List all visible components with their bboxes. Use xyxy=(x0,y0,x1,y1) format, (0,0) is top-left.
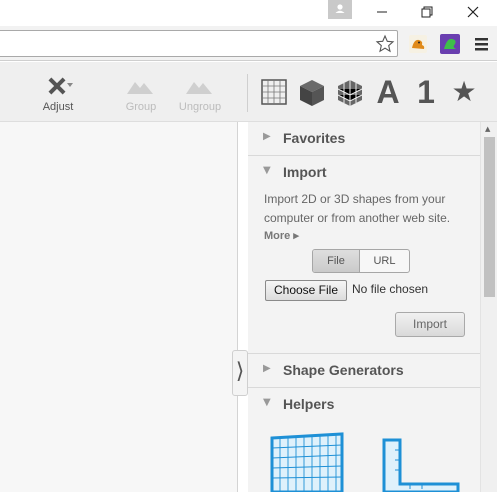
helpers-section-header[interactable]: ▼ Helpers xyxy=(248,388,480,420)
ungroup-icon xyxy=(186,82,212,94)
extension-duck-icon[interactable] xyxy=(408,34,428,54)
browser-menu-button[interactable] xyxy=(472,34,492,54)
group-label: Group xyxy=(125,101,157,113)
ruler-helper-thumbnail[interactable] xyxy=(378,434,462,492)
text-category-icon: A xyxy=(376,74,400,110)
helpers-label: Helpers xyxy=(283,396,335,412)
user-icon xyxy=(335,4,345,13)
workplane-canvas[interactable] xyxy=(0,122,238,492)
shapes-panel: ▶ Favorites ▼ Import Import 2D or 3D sha… xyxy=(248,122,480,492)
close-window-button[interactable] xyxy=(462,2,486,22)
expand-arrow-icon: ▶ xyxy=(263,131,271,142)
close-icon xyxy=(467,6,479,18)
shape-generators-section-header[interactable]: ▶ Shape Generators xyxy=(248,354,480,386)
favorites-label: Favorites xyxy=(283,130,346,146)
hamburger-menu-icon xyxy=(475,38,488,51)
choose-file-button[interactable]: Choose File xyxy=(265,280,347,301)
ungroup-tool[interactable]: Ungroup xyxy=(174,74,226,113)
workplane-helper-thumbnail[interactable] xyxy=(266,430,350,492)
scrollbar-thumb[interactable] xyxy=(484,137,495,297)
adjust-label: Adjust xyxy=(42,101,74,113)
panel-scrollbar[interactable]: ▲ xyxy=(480,122,497,492)
browser-title-bar xyxy=(0,0,497,26)
chevron-right-icon: ⟩ xyxy=(235,359,245,384)
tab-file[interactable]: File xyxy=(313,250,360,272)
adjust-tool[interactable]: Adjust xyxy=(38,74,78,113)
restore-icon xyxy=(421,6,433,18)
scroll-up-arrow-icon[interactable]: ▲ xyxy=(485,125,490,133)
expand-arrow-icon: ▶ xyxy=(263,363,271,374)
favorites-section-header[interactable]: ▶ Favorites xyxy=(248,122,480,154)
category-workplane-button[interactable] xyxy=(259,76,289,108)
category-favorites-button[interactable]: ★ xyxy=(449,76,479,108)
cube-icon xyxy=(300,80,324,106)
tab-url[interactable]: URL xyxy=(360,250,409,272)
more-link[interactable]: More ▸ xyxy=(264,229,299,242)
profile-button[interactable] xyxy=(328,0,352,19)
import-label: Import xyxy=(283,164,327,180)
group-tool[interactable]: Group xyxy=(121,74,161,113)
import-section-header[interactable]: ▼ Import xyxy=(248,156,480,188)
import-description: Import 2D or 3D shapes from your compute… xyxy=(264,192,451,225)
grid-icon xyxy=(261,79,287,105)
wireframe-cube-icon xyxy=(337,80,363,106)
category-numbers-button[interactable]: 1 xyxy=(411,76,441,108)
import-source-toggle: File URL xyxy=(312,249,410,273)
minimize-icon xyxy=(377,11,387,13)
adjust-tools-icon xyxy=(48,77,73,95)
category-text-button[interactable]: A xyxy=(373,76,403,108)
extension-green-icon[interactable] xyxy=(440,34,460,54)
toolbar-divider xyxy=(247,74,248,112)
star-icon: ★ xyxy=(451,75,477,108)
category-basic-shapes-button[interactable] xyxy=(297,76,327,108)
collapse-arrow-icon: ▼ xyxy=(263,397,271,408)
minimize-button[interactable] xyxy=(371,2,395,22)
shape-generators-label: Shape Generators xyxy=(283,362,404,378)
bookmark-star-icon[interactable] xyxy=(375,34,395,54)
collapse-arrow-icon: ▼ xyxy=(263,165,271,176)
group-icon xyxy=(127,82,153,94)
import-button[interactable]: Import xyxy=(395,312,465,337)
collapse-panel-button[interactable]: ⟩ xyxy=(232,350,248,396)
app-toolbar: Adjust Group Ungroup A 1 ★ xyxy=(0,62,497,122)
address-bar[interactable] xyxy=(0,30,398,57)
restore-button[interactable] xyxy=(416,2,440,22)
number-category-icon: 1 xyxy=(417,74,435,110)
category-wireframe-button[interactable] xyxy=(335,76,365,108)
file-status: No file chosen xyxy=(352,282,429,296)
ungroup-label: Ungroup xyxy=(178,101,222,113)
